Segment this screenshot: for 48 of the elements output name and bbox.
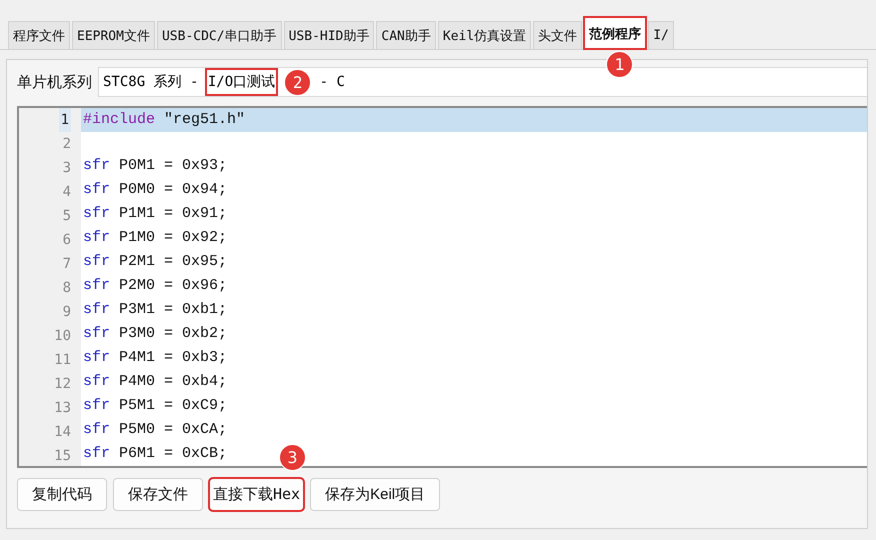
callout-badge: 2 bbox=[284, 68, 312, 96]
action-button[interactable]: 保存为Keil项目 bbox=[310, 478, 440, 511]
line-number: 12 bbox=[54, 375, 71, 394]
tab[interactable]: 范例程序 bbox=[584, 17, 646, 49]
code-line: sfr P0M1 = 0x93; bbox=[82, 156, 228, 176]
action-button[interactable]: 保存文件 bbox=[113, 478, 203, 511]
line-number: 15 bbox=[54, 447, 71, 466]
tab[interactable]: EEPROM文件 bbox=[72, 21, 155, 49]
series-text: STC8G 系列 - bbox=[103, 73, 200, 91]
line-number: 2 bbox=[62, 135, 71, 154]
tab[interactable]: I/ bbox=[648, 21, 674, 49]
code-line: sfr P1M0 = 0x92; bbox=[82, 228, 228, 248]
code-line: sfr P5M0 = 0xCA; bbox=[82, 420, 228, 440]
line-number: 10 bbox=[54, 327, 71, 346]
action-button[interactable]: 直接下载Hex bbox=[209, 478, 304, 511]
action-button[interactable]: 复制代码 bbox=[17, 478, 107, 511]
code-editor[interactable] bbox=[17, 106, 867, 468]
line-number: 4 bbox=[62, 183, 71, 202]
line-number: 14 bbox=[54, 423, 71, 442]
highlighted-text: I/O口测试 bbox=[206, 70, 276, 94]
code-line: sfr P5M1 = 0xC9; bbox=[82, 396, 228, 416]
line-number: 5 bbox=[62, 207, 71, 226]
code-line: sfr P1M1 = 0x91; bbox=[82, 204, 228, 224]
line-number: 11 bbox=[54, 351, 71, 370]
tab[interactable]: USB-CDC/串口助手 bbox=[156, 21, 282, 49]
line-number: 6 bbox=[62, 231, 71, 250]
tab[interactable]: 程序文件 bbox=[8, 21, 70, 49]
code-line: sfr P0M0 = 0x94; bbox=[82, 180, 228, 200]
line-number: 7 bbox=[62, 255, 71, 274]
code-line: sfr P2M1 = 0x95; bbox=[82, 252, 228, 272]
code-line: sfr P4M1 = 0xb3; bbox=[82, 348, 228, 368]
line-number: 13 bbox=[54, 399, 71, 418]
tab[interactable]: USB-HID助手 bbox=[284, 21, 374, 49]
code-line: sfr P2M0 = 0x96; bbox=[82, 276, 228, 296]
tab[interactable]: CAN助手 bbox=[376, 21, 436, 49]
series-label: 单片机系列 bbox=[17, 72, 92, 92]
callout-badge: 1 bbox=[606, 51, 634, 78]
code-line: sfr P3M0 = 0xb2; bbox=[82, 324, 228, 344]
tab[interactable]: 头文件 bbox=[533, 21, 582, 49]
line-number: 3 bbox=[62, 159, 71, 178]
code-line: sfr P6M1 = 0xCB; bbox=[82, 444, 228, 464]
tab[interactable]: Keil仿真设置 bbox=[438, 21, 532, 49]
series-text: - C bbox=[318, 74, 345, 90]
code-line: sfr P4M0 = 0xb4; bbox=[82, 372, 228, 392]
code-line: sfr P3M1 = 0xb1; bbox=[82, 300, 228, 320]
line-number: 8 bbox=[62, 279, 71, 298]
line-number: 9 bbox=[62, 303, 71, 322]
line-number: 1 bbox=[58, 108, 71, 132]
